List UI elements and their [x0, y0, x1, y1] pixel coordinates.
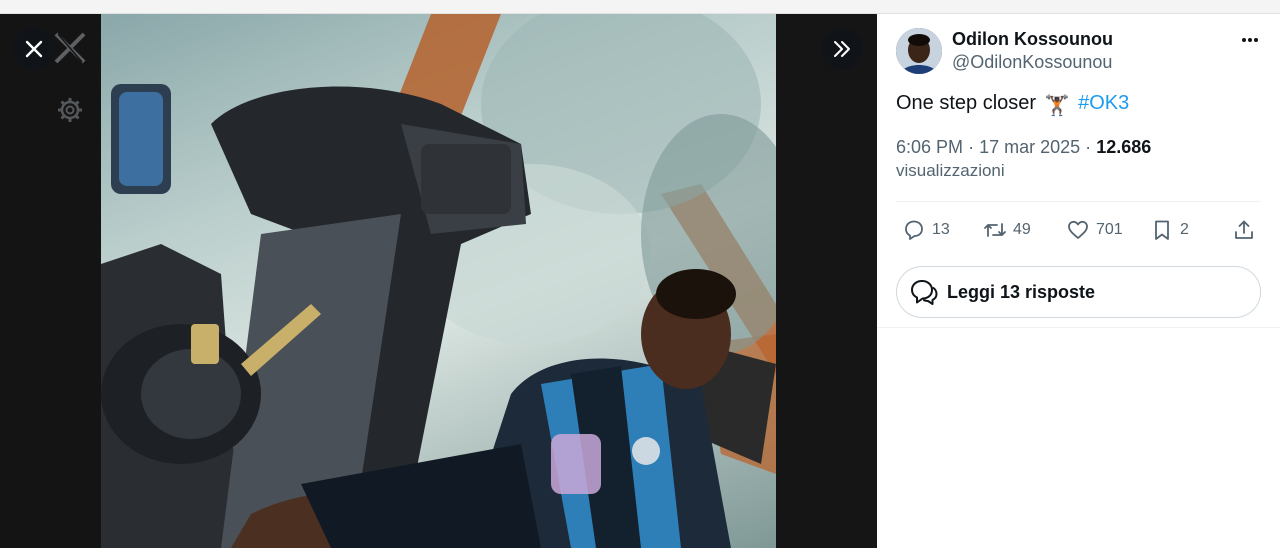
- author-name[interactable]: Odilon Kossounou: [952, 29, 1113, 50]
- divider: [896, 201, 1261, 202]
- retweet-count: 49: [1013, 221, 1031, 238]
- tweet-time[interactable]: 6:06 PM: [896, 137, 963, 157]
- reply-button[interactable]: 13: [902, 214, 950, 246]
- read-replies-button[interactable]: Leggi 13 risposte: [896, 266, 1261, 318]
- tweet-text: One step closer 🏋🏿 #OK3: [896, 92, 1129, 118]
- author-handle[interactable]: @OdilonKossounou: [952, 52, 1112, 73]
- bookmark-count: 2: [1180, 221, 1189, 238]
- retweet-button[interactable]: 49: [983, 214, 1031, 246]
- gear-icon: [58, 98, 82, 122]
- tweet-detail-panel: Odilon Kossounou @OdilonKossounou One st…: [877, 14, 1280, 548]
- more-horizontal-icon[interactable]: [1235, 30, 1265, 50]
- hashtag-link[interactable]: #OK3: [1078, 92, 1129, 114]
- viewer-backdrop-right: [776, 14, 877, 548]
- conversation-icon: [911, 280, 938, 305]
- tweet-text-body: One step closer: [896, 92, 1037, 114]
- viewer-backdrop-left: [0, 14, 101, 548]
- expand-panel-button[interactable]: [821, 28, 863, 70]
- bookmark-button[interactable]: 2: [1150, 214, 1189, 246]
- reply-count: 13: [932, 221, 950, 238]
- share-button[interactable]: [1232, 214, 1256, 246]
- avatar-image: [896, 28, 942, 74]
- tweet-photo[interactable]: [101, 14, 776, 548]
- view-count: 12.686: [1096, 137, 1152, 157]
- tweet-meta: 6:06 PM · 17 mar 2025 · 12.686: [896, 137, 1151, 158]
- tweet-date[interactable]: 17 mar 2025: [979, 137, 1080, 157]
- heart-icon: [1068, 220, 1088, 239]
- divider: [877, 327, 1280, 328]
- meta-separator: ·: [1085, 137, 1092, 157]
- read-replies-label: Leggi 13 risposte: [947, 281, 1096, 302]
- reply-icon: [905, 220, 923, 240]
- views-label: visualizzazioni: [896, 161, 1005, 180]
- tweet-actions: 13 49 701 2: [896, 214, 1261, 246]
- like-button[interactable]: 701: [1066, 214, 1123, 246]
- like-count: 701: [1096, 221, 1123, 238]
- close-button[interactable]: [13, 28, 55, 70]
- retweet-icon: [984, 223, 1006, 237]
- weightlifter-emoji: 🏋🏿: [1044, 95, 1070, 117]
- bookmark-icon: [1155, 220, 1169, 240]
- browser-top-strip: [0, 0, 1280, 14]
- avatar[interactable]: [896, 28, 942, 74]
- chevrons-right-icon: [834, 41, 850, 57]
- gym-photo-illustration: [101, 14, 776, 548]
- x-logo-icon: [54, 32, 86, 64]
- share-icon: [1235, 220, 1253, 239]
- close-icon: [25, 40, 43, 58]
- media-viewer: [0, 14, 877, 548]
- meta-separator: ·: [968, 137, 975, 157]
